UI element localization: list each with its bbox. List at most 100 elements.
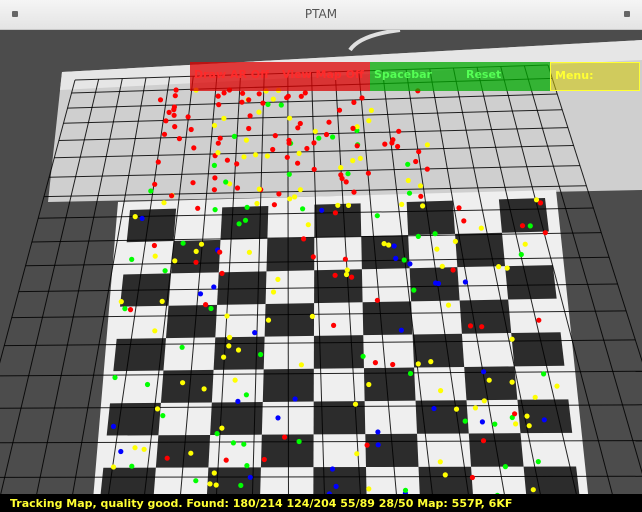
feature-point (286, 171, 292, 177)
feature-point (350, 158, 356, 164)
feature-point (405, 177, 411, 184)
feature-point (352, 401, 359, 407)
feature-point (231, 133, 237, 139)
feature-point (309, 313, 315, 319)
spacebar-button[interactable]: Spacebar (370, 62, 462, 91)
reset-button[interactable]: Reset (462, 62, 550, 91)
feature-point (191, 145, 197, 151)
feature-point (305, 222, 311, 228)
feature-point (171, 104, 177, 110)
checker-square (171, 239, 221, 274)
feature-point (148, 188, 154, 194)
feature-point (390, 361, 396, 368)
feature-point (417, 183, 424, 189)
feature-point (502, 464, 508, 470)
feature-point (173, 87, 179, 93)
feature-point (244, 463, 250, 469)
draw-ar-button[interactable]: Draw AR Off (190, 62, 278, 91)
feature-point (366, 486, 372, 492)
feature-point (190, 180, 196, 186)
feature-point (418, 193, 424, 199)
checker-square (455, 232, 506, 268)
feature-point (197, 291, 204, 297)
feature-point (413, 158, 419, 165)
feature-point (344, 267, 350, 273)
feature-point (462, 279, 468, 285)
feature-point (343, 271, 350, 278)
feature-point (554, 383, 560, 389)
feature-point (415, 361, 421, 367)
feature-point (253, 152, 259, 158)
feature-point (265, 101, 271, 107)
feature-point (164, 455, 170, 461)
feature-point (217, 135, 223, 141)
feature-point (193, 478, 199, 484)
feature-point (141, 446, 147, 452)
feature-point (530, 487, 536, 493)
feature-point (316, 135, 322, 141)
feature-point (284, 95, 290, 101)
feature-point (154, 406, 161, 412)
feature-point (461, 218, 467, 224)
feature-point (243, 392, 249, 398)
feature-point (479, 324, 485, 330)
feature-point (219, 270, 225, 276)
feature-point (332, 210, 338, 216)
feature-point (207, 481, 213, 487)
title-bar: PTAM (0, 0, 642, 30)
feature-point (527, 223, 533, 229)
feature-point (270, 289, 277, 295)
feature-point (221, 115, 227, 121)
checker-square (260, 434, 314, 468)
feature-point (381, 241, 387, 247)
feature-point (478, 225, 484, 231)
feature-point (428, 359, 434, 365)
feature-point (166, 109, 172, 115)
feature-point (462, 418, 468, 424)
feature-point (375, 429, 381, 435)
feature-point (431, 405, 437, 412)
feature-point (223, 179, 229, 185)
feature-point (298, 362, 304, 368)
feature-point (152, 328, 158, 334)
feature-point (537, 200, 544, 206)
feature-point (368, 107, 374, 113)
feature-point (252, 330, 258, 336)
feature-point (330, 134, 336, 140)
feature-point (366, 118, 372, 124)
feature-point (188, 126, 194, 133)
feature-point (122, 306, 128, 312)
feature-point (399, 201, 405, 207)
feature-point (241, 154, 247, 160)
feature-point (171, 112, 177, 118)
checker-square (362, 301, 413, 336)
camera-viewport[interactable]: Draw AR Off View Map Off Spacebar Reset … (0, 30, 642, 512)
feature-point (439, 263, 445, 269)
feature-point (382, 141, 388, 147)
feature-point (405, 161, 411, 167)
feature-point (212, 175, 218, 181)
feature-point (526, 423, 532, 429)
feature-point (438, 388, 444, 394)
checker-square (126, 208, 177, 243)
menu-button[interactable]: Menu: (550, 62, 640, 91)
checker-square (511, 332, 565, 367)
feature-point (311, 140, 317, 146)
feature-point (359, 95, 365, 101)
feature-point (343, 179, 349, 185)
checker-square (264, 303, 315, 337)
window-close-icon[interactable] (624, 11, 630, 17)
feature-point (203, 302, 209, 308)
feature-point (509, 336, 515, 342)
feature-point (467, 323, 474, 329)
feature-point (217, 249, 223, 255)
feature-point (329, 466, 336, 472)
feature-point (366, 381, 372, 388)
feature-point (416, 149, 422, 155)
feature-point (232, 377, 238, 383)
feature-point (415, 233, 421, 239)
window-title: PTAM (304, 7, 338, 21)
feature-point (437, 459, 443, 465)
feature-point (286, 140, 292, 146)
view-map-button[interactable]: View Map Off (278, 62, 370, 91)
